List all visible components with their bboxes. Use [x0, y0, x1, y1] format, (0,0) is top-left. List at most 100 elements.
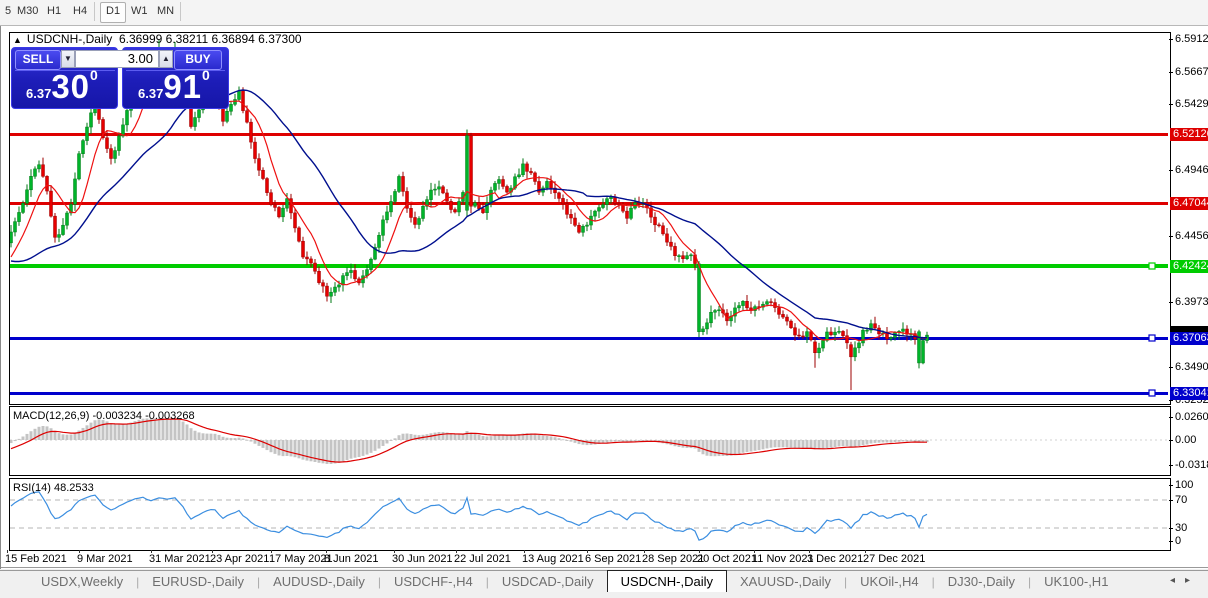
rsi-axis-label: 70 — [1175, 494, 1188, 506]
macd-axis-label: 0.00 — [1175, 434, 1197, 446]
date-axis-tick — [865, 550, 866, 553]
chart-tab-bar: USDX,Weekly | EURUSD-,Daily | AUDUSD-,Daily |… — [0, 570, 1208, 598]
rsi-axis-tick — [1169, 541, 1173, 542]
rsi-axis-tick — [1169, 485, 1173, 486]
timeframe-button-w1[interactable]: W1 — [126, 2, 153, 21]
price-axis-tick — [1169, 302, 1173, 303]
date-axis-tick — [7, 550, 8, 553]
date-axis-label: 30 Jun 2021 — [392, 553, 453, 565]
volume-decrease-button[interactable]: ▼ — [61, 50, 75, 68]
chart-tab-dj30-[interactable]: DJ30-,Daily — [935, 572, 1028, 592]
macd-axis-tick — [1169, 440, 1173, 441]
chart-tab-usdcnh-[interactable]: USDCNH-,Daily — [606, 570, 728, 592]
rsi-axis-label: 30 — [1175, 522, 1188, 534]
date-axis-tick — [809, 550, 810, 553]
date-axis-tick — [326, 550, 327, 553]
chart-tab-usdcad-[interactable]: USDCAD-,Daily — [489, 572, 607, 592]
chart-symbol-period: USDCNH-,Daily — [26, 32, 113, 46]
tab-scroll-left-icon: ◂ — [1169, 575, 1185, 586]
date-axis-label: 9 Mar 2021 — [77, 553, 133, 565]
date-axis-tick — [644, 550, 645, 553]
date-axis-tick — [524, 550, 525, 553]
chart-tab-uk100-[interactable]: UK100-,H1 — [1031, 572, 1121, 592]
date-axis-tick — [587, 550, 588, 553]
chart-tab-usdchf-[interactable]: USDCHF-,H4 — [381, 572, 486, 592]
sell-quote[interactable]: 6.37300 — [26, 67, 98, 106]
price-axis-tick — [1169, 170, 1173, 171]
rsi-axis-tick — [1169, 500, 1173, 501]
chart-ohlc-values: 6.36999 6.38211 6.36894 6.37300 — [118, 32, 302, 46]
volume-input[interactable]: 3.00 — [75, 50, 159, 68]
date-axis-label: 13 Aug 2021 — [522, 553, 584, 565]
date-axis-label: 3 Dec 2021 — [807, 553, 864, 565]
date-axis-label: 27 Dec 2021 — [863, 553, 926, 565]
rsi-axis-tick — [1169, 528, 1173, 529]
rsi-axis-label: 0 — [1175, 535, 1182, 547]
macd-axis-tick — [1169, 417, 1173, 418]
price-axis-tick — [1169, 39, 1173, 40]
price-axis-tick — [1169, 236, 1173, 237]
date-axis-label: 23 Apr 2021 — [210, 553, 270, 565]
date-axis-tick — [212, 550, 213, 553]
chart-tab-usdx[interactable]: USDX,Weekly — [28, 572, 136, 592]
macd-label: MACD(12,26,9) -0.003234 -0.003268 — [13, 410, 195, 422]
hline-price-label: 6.37063 — [1170, 332, 1208, 345]
price-axis-tick — [1169, 367, 1173, 368]
hline-price-label: 6.33041 — [1170, 387, 1208, 400]
tab-scroll-arrows[interactable]: ◂▸ — [1170, 575, 1200, 586]
price-axis-label: 6.56670 — [1175, 66, 1208, 78]
collapse-icon[interactable]: ▲ — [13, 35, 22, 45]
date-axis-tick — [151, 550, 152, 553]
one-click-trade-panel: SELL BUY ▼ 3.00 ▲ 6.37300 6.37910 — [11, 47, 229, 109]
price-axis-label: 6.54290 — [1175, 98, 1208, 110]
hline-price-label: 6.42424 — [1170, 260, 1208, 273]
price-axis-tick — [1169, 400, 1173, 401]
chart-title: ▲ USDCNH-,Daily 6.36999 6.38211 6.36894 6… — [13, 32, 302, 46]
date-axis-tick — [456, 550, 457, 553]
price-axis-label: 6.39730 — [1175, 296, 1208, 308]
toolbar-separator — [94, 2, 95, 21]
macd-axis-tick — [1169, 465, 1173, 466]
date-axis-label: 22 Jul 2021 — [454, 553, 511, 565]
timeframe-button-d1[interactable]: D1 — [100, 2, 127, 23]
toolbar-separator — [180, 2, 181, 21]
timeframe-toolbar: 5 M30 H1 H4 D1 W1 MN — [0, 0, 1208, 26]
chart-tab-ukoil-[interactable]: UKOil-,H4 — [847, 572, 932, 592]
window-bottom-edge — [1, 567, 1208, 568]
macd-value-signal: -0.003268 — [145, 410, 195, 422]
rsi-label: RSI(14) 48.2533 — [13, 482, 94, 494]
date-axis-tick — [754, 550, 755, 553]
volume-increase-button[interactable]: ▲ — [159, 50, 173, 68]
chart-tab-eurusd-[interactable]: EURUSD-,Daily — [139, 572, 257, 592]
chart-window[interactable]: ▲ USDCNH-,Daily 6.36999 6.38211 6.36894 6… — [0, 26, 1208, 569]
macd-axis-label: -0.03187 — [1175, 459, 1208, 471]
chart-tab-audusd-[interactable]: AUDUSD-,Daily — [260, 572, 378, 592]
buy-quote[interactable]: 6.37910 — [138, 67, 210, 106]
date-axis-label: 15 Feb 2021 — [5, 553, 67, 565]
date-axis-tick — [79, 550, 80, 553]
macd-axis-label: 0.02607 — [1175, 411, 1208, 423]
date-axis-label: 6 Sep 2021 — [585, 553, 642, 565]
price-axis-tick — [1169, 72, 1173, 73]
date-axis-label: 8 Jun 2021 — [324, 553, 379, 565]
timeframe-button-h4[interactable]: H4 — [68, 2, 92, 21]
timeframe-button-mn[interactable]: MN — [152, 2, 179, 21]
tab-scroll-right-icon: ▸ — [1184, 575, 1200, 586]
timeframe-button-m30[interactable]: M30 — [12, 2, 43, 21]
timeframe-button-h1[interactable]: H1 — [42, 2, 66, 21]
hline-price-label: 6.52126 — [1170, 128, 1208, 141]
date-axis-tick — [271, 550, 272, 553]
date-axis-label: 20 Oct 2021 — [697, 553, 757, 565]
price-axis-label: 6.59120 — [1175, 33, 1208, 45]
date-axis-label: 31 Mar 2021 — [149, 553, 211, 565]
price-axis-label: 6.44560 — [1175, 230, 1208, 242]
rsi-panel-frame[interactable] — [9, 478, 1171, 551]
chart-tab-xauusd-[interactable]: XAUUSD-,Daily — [727, 572, 844, 592]
date-axis-label: 11 Nov 2021 — [752, 553, 814, 565]
date-axis-tick — [699, 550, 700, 553]
hline-price-label: 6.47044 — [1170, 197, 1208, 210]
price-axis-label: 6.34900 — [1175, 361, 1208, 373]
rsi-axis-label: 100 — [1175, 479, 1194, 491]
macd-value-main: -0.003234 — [92, 410, 143, 422]
date-axis-label: 28 Sep 2021 — [642, 553, 705, 565]
